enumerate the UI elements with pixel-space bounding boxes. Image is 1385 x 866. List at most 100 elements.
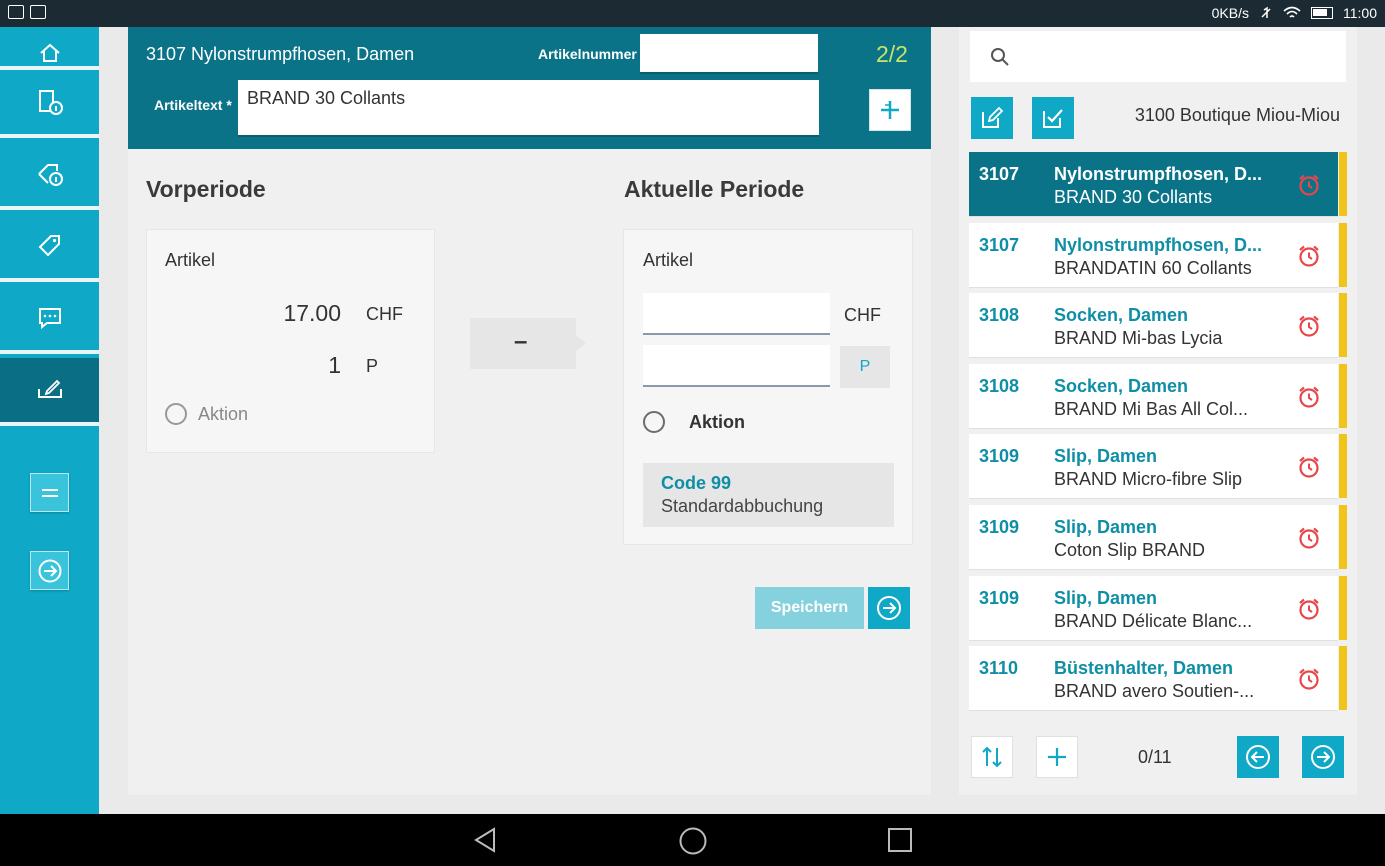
code-box[interactable]: Code 99 Standardabbuchung — [643, 463, 894, 527]
checkbox-icon — [1043, 109, 1063, 128]
home-nav-icon[interactable] — [678, 826, 708, 856]
sidebar-item-edit[interactable] — [0, 358, 99, 426]
edit-box-icon — [982, 106, 1004, 128]
list-item-number: 3109 — [979, 517, 1020, 537]
list-item-article: BRAND 30 Collants — [1054, 187, 1213, 207]
arrow-right-circle-icon — [1311, 745, 1335, 769]
list-item-category: Slip, Damen — [1054, 446, 1158, 467]
artikeltext-input[interactable]: BRAND 30 Collants — [238, 80, 819, 137]
list-item-article: Coton Slip BRAND — [1054, 540, 1206, 560]
alarm-clock-icon — [1299, 457, 1319, 478]
list-item[interactable]: 3109 Slip, Damen BRAND Micro-fibre Slip — [969, 434, 1347, 500]
equals-icon — [41, 488, 58, 497]
vorperiode-price: 17.00 — [283, 300, 341, 326]
list-item-article: BRAND Délicate Blanc... — [1054, 610, 1253, 631]
list-item-number: 3108 — [979, 375, 1020, 396]
tag-info-icon — [37, 164, 63, 186]
list-item[interactable]: 3110 Büstenhalter, Damen BRAND avero Souti… — [969, 646, 1347, 712]
list-item-category: Socken, Damen — [1054, 375, 1189, 396]
net-speed: 0KB/s — [1211, 5, 1249, 21]
back-icon[interactable] — [471, 826, 499, 854]
plus-icon — [1048, 748, 1066, 766]
save-next-button[interactable] — [868, 587, 910, 629]
alarm-clock-icon — [1299, 598, 1319, 620]
list-item[interactable]: 3109 Slip, Damen BRAND Délicate Blanc... — [969, 575, 1347, 641]
sort-icon — [982, 746, 1002, 768]
list-item[interactable]: 3107 Nylonstrumpfhosen, D... BRAND 30 Coll… — [969, 152, 1347, 217]
alarm-clock-icon — [1299, 315, 1319, 337]
list-item-category: Nylonstrumpfhosen, D... — [1054, 164, 1263, 184]
sidebar — [0, 27, 99, 814]
code-description: Standardabbuchung — [661, 496, 824, 516]
edit-list-button[interactable] — [971, 97, 1013, 139]
sidebar-item-article-info[interactable] — [0, 70, 99, 138]
vorperiode-card-title: Artikel — [165, 250, 216, 270]
quantity-input[interactable] — [643, 345, 830, 387]
artikelnummer-input[interactable] — [640, 34, 818, 74]
save-button[interactable]: Speichern — [755, 587, 864, 629]
chat-icon — [38, 308, 61, 330]
vorperiode-title: Vorperiode — [146, 176, 266, 202]
vorperiode-unit: P — [366, 356, 379, 376]
list-item-category: Büstenhalter, Damen — [1054, 658, 1234, 679]
alarm-clock-icon — [1299, 245, 1319, 267]
home-icon — [39, 43, 60, 62]
next-button[interactable] — [1302, 736, 1344, 778]
price-input[interactable] — [643, 293, 830, 335]
aktuelle-aktion-label: Aktion — [689, 412, 745, 432]
previous-button[interactable] — [1237, 736, 1279, 778]
list-item-number: 3107 — [979, 234, 1020, 255]
item-counter: 2/2 — [876, 41, 908, 67]
forward-button[interactable] — [30, 551, 69, 590]
add-article-button[interactable] — [869, 89, 911, 131]
copy-value-button[interactable]: – — [470, 318, 588, 369]
article-info-icon — [38, 90, 63, 115]
mute-icon — [1261, 6, 1271, 18]
sidebar-item-chat[interactable] — [0, 286, 99, 354]
search-icon — [991, 48, 1009, 66]
equals-button[interactable] — [30, 473, 69, 512]
status-bar-indicator — [1339, 575, 1347, 640]
list-item[interactable]: 3109 Slip, Damen Coton Slip BRAND — [969, 505, 1347, 570]
alarm-clock-icon — [1299, 668, 1319, 690]
check-list-button[interactable] — [1032, 97, 1074, 139]
sidebar-item-home[interactable] — [0, 0, 99, 70]
list-item[interactable]: 3108 Socken, Damen BRAND Mi Bas All Col... — [969, 363, 1347, 429]
vorperiode-aktion-radio — [165, 403, 187, 425]
list-item-article: BRAND Mi Bas All Col... — [1054, 398, 1249, 419]
list-item-category: Nylonstrumpfhosen, D... — [1054, 234, 1263, 255]
arrow-right-circle-icon — [38, 559, 61, 582]
tag-icon — [38, 235, 60, 257]
plus-icon — [881, 101, 899, 119]
add-item-button[interactable] — [1036, 736, 1078, 778]
edit-signature-icon — [37, 379, 62, 398]
store-name: 3100 Boutique Miou-Miou — [1134, 105, 1340, 125]
status-bar-indicator — [1339, 434, 1347, 499]
system-nav-bar — [0, 814, 1385, 866]
list-item-category: Slip, Damen — [1054, 587, 1158, 608]
aktuelle-aktion-radio[interactable] — [643, 411, 665, 433]
unit-button[interactable]: P — [840, 346, 890, 388]
status-bar-indicator — [1339, 646, 1347, 711]
list-item[interactable]: 3107 Nylonstrumpfhosen, D... BRANDATIN 60 … — [969, 222, 1347, 288]
vorperiode-currency: CHF — [366, 304, 403, 324]
arrow-right-circle-icon — [877, 596, 901, 620]
alarm-clock-icon — [1299, 174, 1319, 196]
list-item-number: 3109 — [979, 587, 1020, 608]
list-item-article: BRAND avero Soutien-... — [1054, 681, 1255, 702]
status-bar-indicator — [1339, 152, 1347, 216]
status-bar-indicator — [1339, 222, 1347, 287]
artikeltext-label: Artikeltext * — [154, 97, 232, 113]
search-field[interactable] — [970, 31, 1346, 82]
sort-button[interactable] — [971, 736, 1013, 778]
page-title: 3107 Nylonstrumpfhosen, Damen — [146, 44, 415, 64]
recents-icon[interactable] — [887, 827, 914, 854]
pagination-count: 0/11 — [1138, 747, 1172, 767]
vorperiode-qty: 1 — [328, 352, 341, 378]
list-item[interactable]: 3108 Socken, Damen BRAND Mi-bas Lycia — [969, 293, 1347, 359]
sidebar-item-tag[interactable] — [0, 214, 99, 282]
sidebar-item-tag-info[interactable] — [0, 142, 99, 210]
status-bar-indicator — [1339, 505, 1347, 569]
list-item-article: BRAND Mi-bas Lycia — [1054, 328, 1223, 349]
arrow-shape-icon — [470, 318, 586, 369]
